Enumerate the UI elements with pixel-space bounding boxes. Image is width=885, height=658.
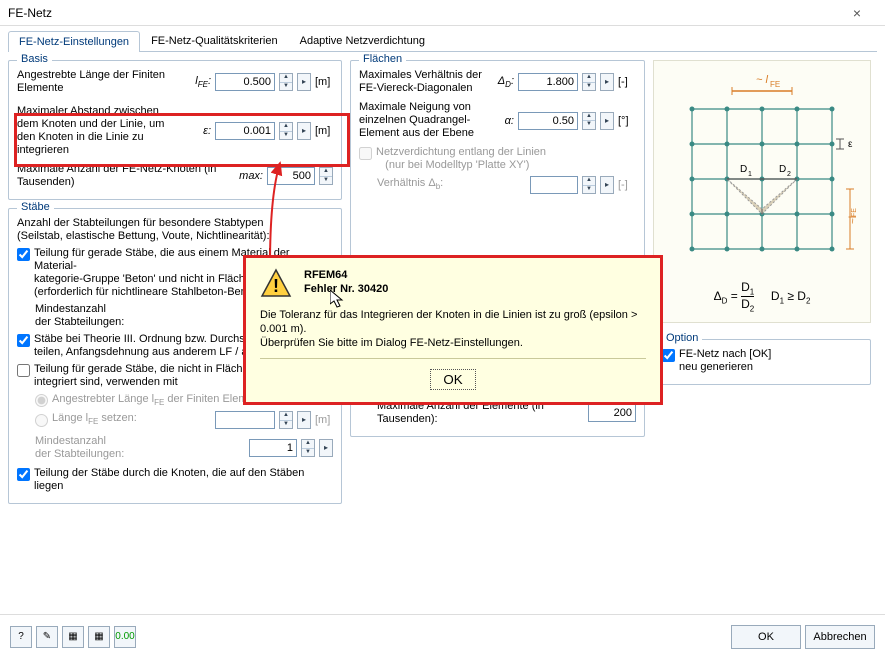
error-title: Fehler Nr. 30420 xyxy=(304,282,388,296)
picker-min2[interactable]: ▸ xyxy=(319,439,333,457)
svg-text:~ l: ~ l xyxy=(756,74,768,86)
input-laenge-setzen xyxy=(215,411,275,429)
icon-btn-1[interactable]: ✎ xyxy=(36,626,58,648)
unit-diag: [-] xyxy=(618,76,636,88)
group-title-flaechen: Flächen xyxy=(359,53,406,65)
group-title-basis: Basis xyxy=(17,53,52,65)
group-option: Option FE-Netz nach [OK]neu generieren xyxy=(653,339,871,385)
close-icon[interactable]: × xyxy=(837,5,877,21)
spinner-max[interactable]: ▲▼ xyxy=(319,167,333,185)
icon-btn-4[interactable]: 0.00 xyxy=(114,626,136,648)
error-message: Die Toleranz für das Integrieren der Kno… xyxy=(260,308,646,359)
cancel-button[interactable]: Abbrechen xyxy=(805,625,875,649)
radio-laenge-setzen xyxy=(35,414,48,427)
svg-text:!: ! xyxy=(273,276,279,296)
radio-laenge-setzen-label: Länge lFE setzen: xyxy=(52,412,211,428)
radio-angestrebte-laenge xyxy=(35,394,48,407)
unit-neig: [°] xyxy=(618,115,636,127)
unit-verhaeltnis: [-] xyxy=(618,179,636,191)
window-title: FE-Netz xyxy=(8,6,837,20)
diagram: ~ lFE D1 D xyxy=(653,60,871,323)
label-diag: Maximales Verhältnis derFE-Viereck-Diago… xyxy=(359,69,484,95)
ok-button[interactable]: OK xyxy=(731,625,801,649)
spinner-laenge-setzen: ▲▼ xyxy=(279,411,293,429)
label-neig: Maximale Neigung voneinzelnen Quadrangel… xyxy=(359,101,484,140)
sym-max: max: xyxy=(237,170,263,182)
unit-eps: [m] xyxy=(315,125,333,137)
svg-text:FE: FE xyxy=(770,80,780,89)
input-lfe[interactable] xyxy=(215,73,275,91)
input-max[interactable] xyxy=(267,167,315,185)
cb-teilung-flaechen-label: Teilung für gerade Stäbe, die nicht in F… xyxy=(34,363,255,389)
unit-lfe: [m] xyxy=(315,76,333,88)
sym-lfe: lFE: xyxy=(185,75,211,89)
icon-btn-3[interactable]: ▦ xyxy=(88,626,110,648)
label-len: Angestrebte Länge der Finiten Elemente xyxy=(17,69,181,95)
picker-neig[interactable]: ▸ xyxy=(600,112,614,130)
sym-diag: ΔD: xyxy=(488,75,514,89)
spinner-diag[interactable]: ▲▼ xyxy=(582,73,596,91)
group-title-staebe: Stäbe xyxy=(17,201,54,213)
svg-text:D: D xyxy=(779,164,786,175)
input-verhaeltnis xyxy=(530,176,578,194)
picker-diag[interactable]: ▸ xyxy=(600,73,614,91)
warning-icon: ! xyxy=(260,268,292,300)
spinner-verhaeltnis: ▲▼ xyxy=(582,176,596,194)
svg-text:1: 1 xyxy=(748,171,752,178)
label-verhaeltnis: Verhältnis Δb: xyxy=(377,177,526,193)
picker-eps[interactable]: ▸ xyxy=(297,122,311,140)
bottom-bar: ? ✎ ▦ ▦ 0.00 OK Abbrechen xyxy=(0,614,885,658)
tab-fe-netz-einstellungen[interactable]: FE-Netz-Einstellungen xyxy=(8,31,140,52)
spinner-min2[interactable]: ▲▼ xyxy=(301,439,315,457)
input-diag[interactable] xyxy=(518,73,578,91)
sym-neig: α: xyxy=(488,115,514,127)
picker-lfe[interactable]: ▸ xyxy=(297,73,311,91)
cb-teilung-beton[interactable] xyxy=(17,248,30,261)
cb-teilung-flaechen[interactable] xyxy=(17,364,30,377)
svg-text:2: 2 xyxy=(787,171,791,178)
svg-text:D: D xyxy=(740,164,747,175)
tab-qualitaetskriterien[interactable]: FE-Netz-Qualitätskriterien xyxy=(140,30,289,51)
unit-laenge-setzen: [m] xyxy=(315,414,333,426)
tab-adaptive-netzverdichtung[interactable]: Adaptive Netzverdichtung xyxy=(289,30,436,51)
radio-angestrebte-laenge-label: Angestrebter Länge lFE der Finiten Eleme… xyxy=(52,393,269,407)
group-basis: Basis Angestrebte Länge der Finiten Elem… xyxy=(8,60,342,200)
cb-netzverdichtung-linien xyxy=(359,147,372,160)
cb-teilung-knoten[interactable] xyxy=(17,468,30,481)
cb-regenerate[interactable] xyxy=(662,349,675,362)
label-max: Maximale Anzahl der FE-Netz-Knoten (in T… xyxy=(17,163,233,189)
help-button[interactable]: ? xyxy=(10,626,32,648)
error-product: RFEM64 xyxy=(304,268,388,282)
label-eps: Maximaler Abstand zwischen dem Knoten un… xyxy=(17,105,181,157)
svg-text:FE: FE xyxy=(851,208,858,217)
picker-verhaeltnis: ▸ xyxy=(600,176,614,194)
icon-btn-2[interactable]: ▦ xyxy=(62,626,84,648)
cb-netzverdichtung-linien-label: Netzverdichtung entlang der Linien (nur … xyxy=(376,146,546,172)
spinner-lfe[interactable]: ▲▼ xyxy=(279,73,293,91)
error-dialog: ! RFEM64 Fehler Nr. 30420 Die Toleranz f… xyxy=(243,255,663,405)
input-min2[interactable] xyxy=(249,439,297,457)
svg-text:ε: ε xyxy=(848,139,853,150)
spinner-neig[interactable]: ▲▼ xyxy=(582,112,596,130)
picker-laenge-setzen: ▸ xyxy=(297,411,311,429)
label-div: Anzahl der Stabteilungen für besondere S… xyxy=(17,217,333,243)
sym-eps: ε: xyxy=(185,125,211,137)
input-neig[interactable] xyxy=(518,112,578,130)
group-title-option: Option xyxy=(662,332,702,344)
cb-regenerate-label: FE-Netz nach [OK]neu generieren xyxy=(679,348,771,374)
formula: ΔD = D1D2 D1 ≥ D2 xyxy=(662,280,862,314)
label-min2: Mindestanzahlder Stabteilungen: xyxy=(35,435,245,461)
spinner-eps[interactable]: ▲▼ xyxy=(279,122,293,140)
error-ok-button[interactable]: OK xyxy=(430,369,475,390)
cb-teilung-knoten-label: Teilung der Stäbe durch die Knoten, die … xyxy=(34,467,333,493)
cb-theorie3[interactable] xyxy=(17,334,30,347)
tab-strip: FE-Netz-Einstellungen FE-Netz-Qualitätsk… xyxy=(8,30,877,52)
input-eps[interactable] xyxy=(215,122,275,140)
input-vol-max[interactable] xyxy=(588,404,636,422)
